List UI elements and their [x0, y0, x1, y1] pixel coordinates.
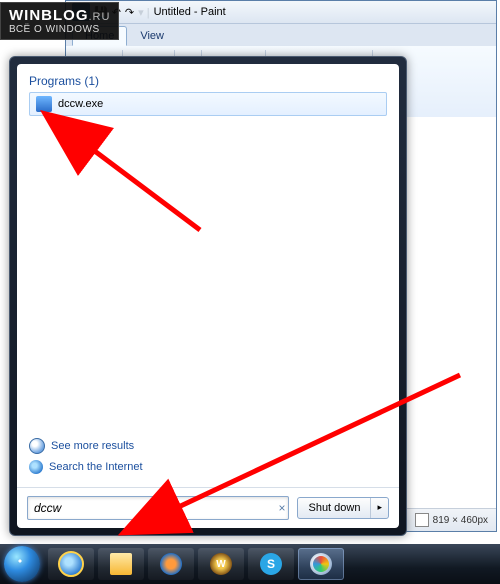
qat-redo-icon[interactable]: ↷ [125, 6, 134, 19]
search-input[interactable] [27, 496, 289, 520]
watermark: WINBLOG.RU ВСЁ О WINDOWS [0, 2, 119, 40]
watermark-brand: WINBLOG [9, 7, 89, 24]
start-search-box[interactable]: × [27, 496, 289, 520]
search-category-programs: Programs (1) [29, 74, 387, 88]
search-result-label: dccw.exe [58, 98, 103, 110]
wmp-icon [160, 553, 182, 575]
title-separator: ▾ | [138, 6, 149, 19]
start-menu: Programs (1) dccw.exe See more results S… [9, 56, 407, 536]
dimensions-icon [415, 513, 429, 527]
skype-icon: S [260, 553, 282, 575]
paint-titlebar[interactable]: 💾 ↶ ↷ ▾ | Untitled - Paint [66, 1, 496, 24]
wow-icon: W [210, 553, 232, 575]
ribbon-tabs: Home View [66, 24, 496, 46]
start-menu-footer: × Shut down ▸ [17, 487, 399, 528]
taskbar: W S [0, 544, 500, 584]
taskbar-explorer[interactable] [98, 548, 144, 580]
paint-icon [310, 553, 332, 575]
canvas-dimensions: 819 × 460px [433, 515, 488, 526]
paint-title: Untitled - Paint [154, 6, 226, 18]
program-icon [36, 96, 52, 112]
search-icon [29, 438, 45, 454]
ie-icon [29, 460, 43, 474]
taskbar-paint[interactable] [298, 548, 344, 580]
taskbar-wmp[interactable] [148, 548, 194, 580]
search-internet-link[interactable]: Search the Internet [29, 457, 387, 477]
start-button[interactable] [4, 546, 40, 582]
folder-icon [110, 553, 132, 575]
watermark-tagline: ВСЁ О WINDOWS [9, 24, 110, 35]
shutdown-options-arrow[interactable]: ▸ [371, 498, 388, 518]
search-result-dccw[interactable]: dccw.exe [29, 92, 387, 116]
watermark-tld: .RU [89, 11, 111, 23]
taskbar-skype[interactable]: S [248, 548, 294, 580]
clear-search-icon[interactable]: × [278, 501, 285, 515]
ie-icon [58, 551, 84, 577]
shutdown-button-group: Shut down ▸ [297, 497, 389, 519]
tab-view[interactable]: View [127, 26, 177, 46]
see-more-results-link[interactable]: See more results [29, 435, 387, 457]
shutdown-button[interactable]: Shut down [298, 498, 371, 518]
taskbar-wow[interactable]: W [198, 548, 244, 580]
taskbar-ie[interactable] [48, 548, 94, 580]
